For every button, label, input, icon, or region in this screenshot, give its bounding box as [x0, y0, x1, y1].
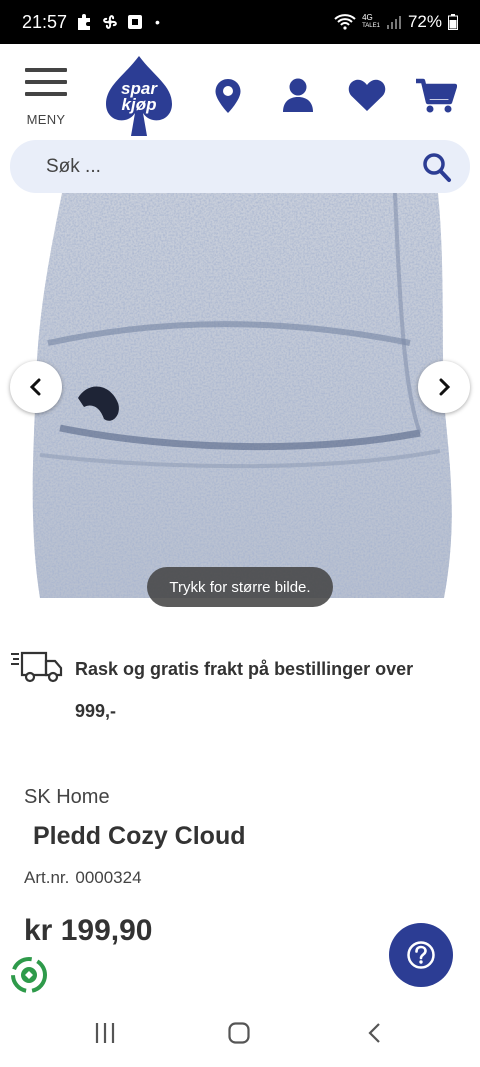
- article-number: Art.nr. 0000324: [24, 868, 142, 888]
- article-number-label: Art.nr.: [24, 868, 70, 887]
- app-notification-icon: [127, 14, 143, 30]
- menu-label: MENY: [26, 112, 66, 127]
- svg-text:kjøp: kjøp: [122, 95, 157, 114]
- fan-notification-icon: [101, 13, 119, 31]
- status-time: 21:57: [22, 11, 68, 32]
- sparkjop-logo[interactable]: spar kjøp: [102, 54, 176, 138]
- search-input[interactable]: [10, 140, 400, 193]
- wifi-icon: [334, 14, 356, 30]
- search-icon[interactable]: [422, 152, 452, 189]
- network-carrier: TALE1: [362, 23, 380, 29]
- signal-icon: [386, 15, 402, 29]
- hamburger-icon: [25, 68, 67, 98]
- system-navigation-bar: [0, 1000, 480, 1067]
- wishlist-heart-icon[interactable]: [348, 78, 386, 117]
- article-number-value: 0000324: [75, 868, 142, 887]
- help-button[interactable]: [389, 923, 453, 987]
- user-account-icon[interactable]: [282, 78, 314, 117]
- delivery-truck-icon: [10, 650, 64, 691]
- recent-apps-icon[interactable]: [94, 1022, 116, 1049]
- eco-recycle-icon[interactable]: [10, 956, 48, 999]
- shopping-cart-icon[interactable]: [415, 78, 458, 119]
- product-title: Pledd Cozy Cloud: [33, 822, 246, 850]
- menu-button[interactable]: MENY: [22, 68, 70, 132]
- chevron-left-icon: [29, 378, 41, 396]
- search-bar: [10, 140, 470, 193]
- home-icon[interactable]: [228, 1022, 250, 1049]
- network-type: 4G: [362, 13, 373, 22]
- product-price: kr 199,90: [24, 914, 153, 947]
- site-header: MENY spar kjøp: [0, 44, 480, 140]
- location-pin-icon[interactable]: [214, 78, 242, 119]
- free-shipping-text: Rask og gratis frakt på bestillinger ove…: [75, 659, 414, 721]
- carousel-next-button[interactable]: [418, 361, 470, 413]
- chevron-right-icon: [439, 378, 451, 396]
- question-mark-icon: [407, 941, 435, 969]
- product-image[interactable]: [0, 193, 480, 615]
- back-icon[interactable]: [366, 1022, 382, 1049]
- status-bar: 21:57 • 4G TALE1 72%: [0, 0, 480, 44]
- product-brand[interactable]: SK Home: [24, 786, 110, 809]
- notification-dot: •: [155, 14, 160, 30]
- battery-percent: 72%: [407, 12, 442, 31]
- enlarge-image-toast: Trykk for større bilde.: [147, 567, 333, 607]
- battery-icon: [448, 14, 458, 30]
- puzzle-notification-icon: [75, 13, 93, 31]
- carousel-prev-button[interactable]: [10, 361, 62, 413]
- product-image-gallery[interactable]: [0, 193, 480, 615]
